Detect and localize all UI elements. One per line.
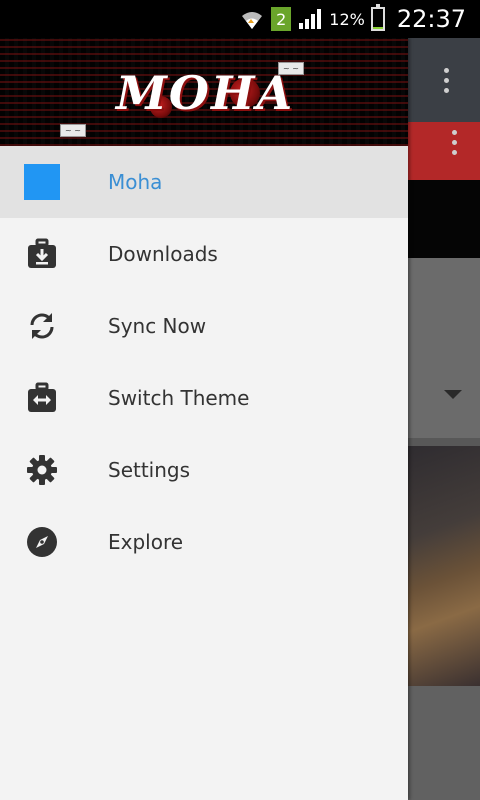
battery-percent: 12% (329, 9, 365, 29)
menu-item-explore[interactable]: Explore (0, 506, 408, 578)
switch-theme-icon (24, 380, 60, 416)
compass-icon (24, 524, 60, 560)
menu-item-downloads[interactable]: Downloads (0, 218, 408, 290)
dropdown-caret-icon[interactable] (444, 390, 462, 399)
navigation-drawer: ~ ~ ~ ~ MOHA Moha Downloads Sync Now Swi… (0, 38, 408, 800)
battery-icon (370, 4, 385, 31)
header-tag: ~ ~ (60, 124, 86, 137)
menu-item-sync-now[interactable]: Sync Now (0, 290, 408, 362)
sync-icon (24, 308, 60, 344)
drawer-header: ~ ~ ~ ~ MOHA (0, 38, 408, 146)
blue-square-icon (24, 164, 60, 200)
battery-fill (372, 26, 383, 29)
menu-item-label: Explore (108, 530, 184, 554)
menu-item-switch-theme[interactable]: Switch Theme (0, 362, 408, 434)
menu-item-settings[interactable]: Settings (0, 434, 408, 506)
notification-badge: 2 (271, 7, 292, 31)
menu-item-label: Switch Theme (108, 386, 250, 410)
menu-item-label: Downloads (108, 242, 218, 266)
clock: 22:37 (396, 5, 466, 33)
logo-text: MOHA (116, 66, 295, 120)
menu-item-label: Moha (108, 170, 163, 194)
bg-photo (408, 446, 480, 686)
overflow-menu-icon-secondary[interactable] (452, 130, 458, 155)
gear-icon (24, 452, 60, 488)
menu-item-moha[interactable]: Moha (0, 146, 408, 218)
wifi-icon (242, 12, 263, 29)
drawer-menu: Moha Downloads Sync Now Switch Theme Set… (0, 146, 408, 578)
status-bar: 2 12% 22:37 (0, 0, 480, 38)
menu-item-label: Sync Now (108, 314, 207, 338)
download-briefcase-icon (24, 236, 60, 272)
menu-item-label: Settings (108, 458, 191, 482)
signal-icon (299, 9, 322, 29)
overflow-menu-icon[interactable] (444, 68, 450, 93)
